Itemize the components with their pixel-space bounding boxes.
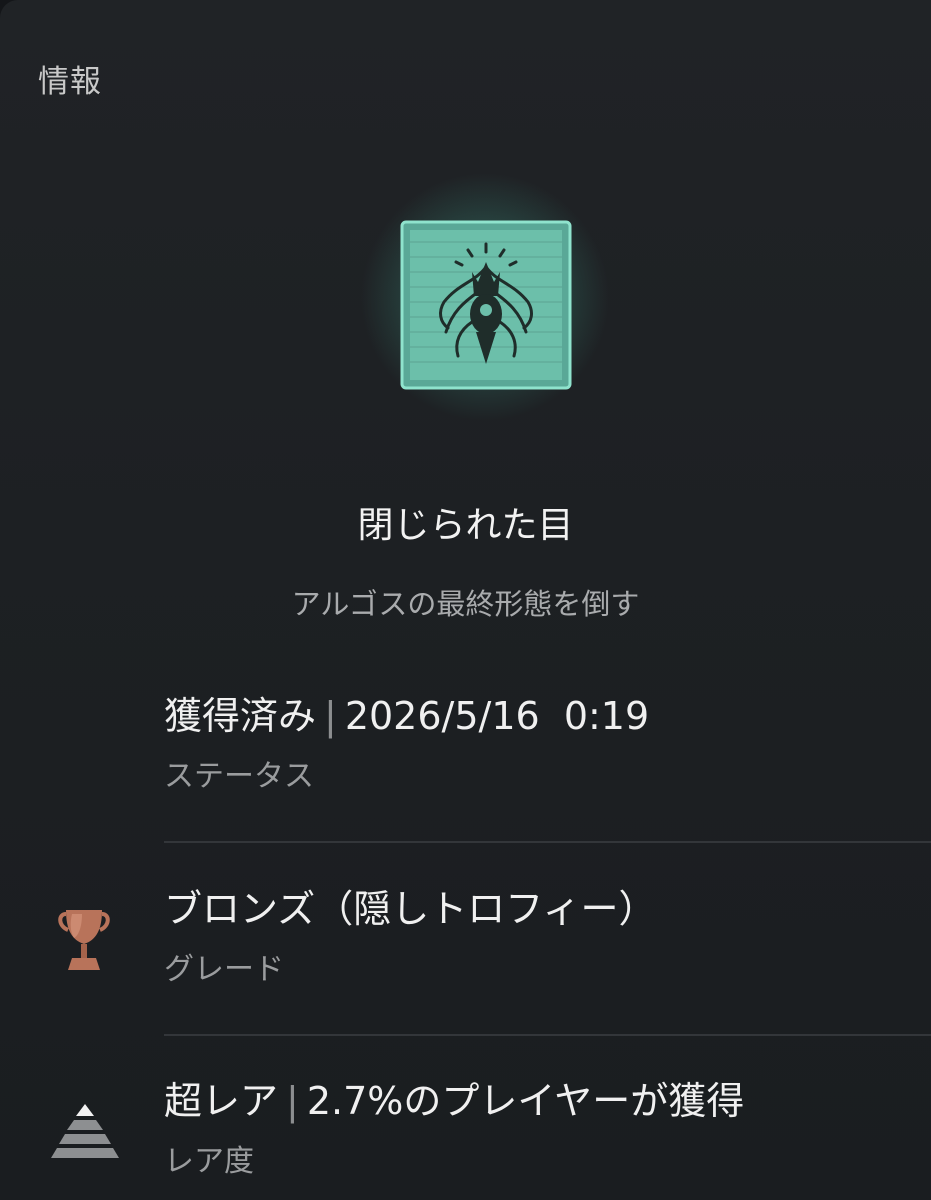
trophy-art-icon [360, 172, 610, 422]
trophy-info-panel: 情報 閉じられた目 アルゴスの最終形態を倒す 獲得済み | 2026/5/16 … [0, 0, 931, 1200]
grade-value: ブロンズ（隠しトロフィー） [164, 887, 657, 931]
grade-row: ブロンズ（隠しトロフィー） グレード [164, 886, 931, 988]
grade-label: グレード [164, 952, 284, 987]
status-earned-text: 獲得済み [164, 694, 317, 738]
divider [164, 841, 931, 843]
rarity-separator: | [286, 1079, 299, 1123]
rarity-label: レア度 [164, 1144, 254, 1179]
rarity-pyramid-icon [50, 1100, 120, 1166]
status-date: 2026/5/16 0:19 [344, 694, 650, 738]
divider [164, 1034, 931, 1036]
trophy-description: アルゴスの最終形態を倒す [291, 587, 640, 621]
panel-header: 情報 [38, 64, 102, 100]
status-separator: | [324, 694, 337, 738]
rarity-value: 超レア | 2.7%のプレイヤーが獲得 [164, 1078, 931, 1124]
rarity-detail: 2.7%のプレイヤーが獲得 [306, 1079, 745, 1123]
rarity-tier: 超レア [164, 1079, 279, 1123]
status-label: ステータス [164, 759, 314, 794]
status-value: 獲得済み | 2026/5/16 0:19 [164, 693, 931, 739]
bronze-trophy-icon [58, 906, 110, 978]
trophy-title: 閉じられた目 [357, 505, 574, 546]
rarity-row: 超レア | 2.7%のプレイヤーが獲得 レア度 [164, 1078, 931, 1180]
status-row: 獲得済み | 2026/5/16 0:19 ステータス [164, 693, 931, 795]
